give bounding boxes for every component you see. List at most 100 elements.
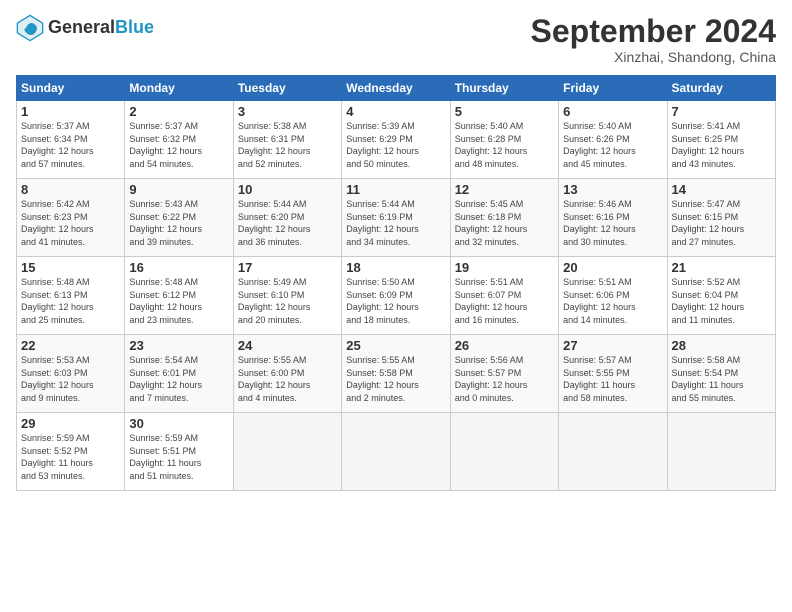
table-cell: 3Sunrise: 5:38 AM Sunset: 6:31 PM Daylig… (233, 101, 341, 179)
day-info: Sunrise: 5:42 AM Sunset: 6:23 PM Dayligh… (21, 198, 120, 248)
day-number: 30 (129, 416, 228, 431)
table-cell: 25Sunrise: 5:55 AM Sunset: 5:58 PM Dayli… (342, 335, 450, 413)
col-tuesday: Tuesday (233, 76, 341, 101)
calendar-table: Sunday Monday Tuesday Wednesday Thursday… (16, 75, 776, 491)
day-info: Sunrise: 5:59 AM Sunset: 5:51 PM Dayligh… (129, 432, 228, 482)
table-cell: 8Sunrise: 5:42 AM Sunset: 6:23 PM Daylig… (17, 179, 125, 257)
table-cell: 21Sunrise: 5:52 AM Sunset: 6:04 PM Dayli… (667, 257, 775, 335)
table-cell: 26Sunrise: 5:56 AM Sunset: 5:57 PM Dayli… (450, 335, 558, 413)
table-cell (667, 413, 775, 491)
day-info: Sunrise: 5:46 AM Sunset: 6:16 PM Dayligh… (563, 198, 662, 248)
day-number: 9 (129, 182, 228, 197)
day-info: Sunrise: 5:53 AM Sunset: 6:03 PM Dayligh… (21, 354, 120, 404)
day-info: Sunrise: 5:40 AM Sunset: 6:26 PM Dayligh… (563, 120, 662, 170)
table-cell (450, 413, 558, 491)
day-info: Sunrise: 5:55 AM Sunset: 6:00 PM Dayligh… (238, 354, 337, 404)
table-cell: 1Sunrise: 5:37 AM Sunset: 6:34 PM Daylig… (17, 101, 125, 179)
day-number: 12 (455, 182, 554, 197)
header-row: Sunday Monday Tuesday Wednesday Thursday… (17, 76, 776, 101)
day-info: Sunrise: 5:48 AM Sunset: 6:13 PM Dayligh… (21, 276, 120, 326)
day-number: 18 (346, 260, 445, 275)
day-number: 14 (672, 182, 771, 197)
col-wednesday: Wednesday (342, 76, 450, 101)
location: Xinzhai, Shandong, China (531, 49, 776, 65)
day-number: 29 (21, 416, 120, 431)
day-info: Sunrise: 5:44 AM Sunset: 6:19 PM Dayligh… (346, 198, 445, 248)
table-cell: 27Sunrise: 5:57 AM Sunset: 5:55 PM Dayli… (559, 335, 667, 413)
day-info: Sunrise: 5:37 AM Sunset: 6:34 PM Dayligh… (21, 120, 120, 170)
day-info: Sunrise: 5:58 AM Sunset: 5:54 PM Dayligh… (672, 354, 771, 404)
table-cell: 6Sunrise: 5:40 AM Sunset: 6:26 PM Daylig… (559, 101, 667, 179)
table-cell: 22Sunrise: 5:53 AM Sunset: 6:03 PM Dayli… (17, 335, 125, 413)
table-cell: 9Sunrise: 5:43 AM Sunset: 6:22 PM Daylig… (125, 179, 233, 257)
col-monday: Monday (125, 76, 233, 101)
logo-icon (16, 14, 44, 42)
table-cell: 12Sunrise: 5:45 AM Sunset: 6:18 PM Dayli… (450, 179, 558, 257)
table-cell: 16Sunrise: 5:48 AM Sunset: 6:12 PM Dayli… (125, 257, 233, 335)
table-cell: 29Sunrise: 5:59 AM Sunset: 5:52 PM Dayli… (17, 413, 125, 491)
logo-text: GeneralBlue (48, 18, 154, 38)
table-cell: 4Sunrise: 5:39 AM Sunset: 6:29 PM Daylig… (342, 101, 450, 179)
header: GeneralBlue September 2024 Xinzhai, Shan… (16, 14, 776, 65)
table-cell: 2Sunrise: 5:37 AM Sunset: 6:32 PM Daylig… (125, 101, 233, 179)
day-info: Sunrise: 5:52 AM Sunset: 6:04 PM Dayligh… (672, 276, 771, 326)
day-info: Sunrise: 5:39 AM Sunset: 6:29 PM Dayligh… (346, 120, 445, 170)
day-number: 15 (21, 260, 120, 275)
table-cell (342, 413, 450, 491)
day-number: 2 (129, 104, 228, 119)
day-info: Sunrise: 5:54 AM Sunset: 6:01 PM Dayligh… (129, 354, 228, 404)
day-number: 8 (21, 182, 120, 197)
day-number: 13 (563, 182, 662, 197)
day-number: 3 (238, 104, 337, 119)
day-number: 5 (455, 104, 554, 119)
table-cell: 17Sunrise: 5:49 AM Sunset: 6:10 PM Dayli… (233, 257, 341, 335)
day-info: Sunrise: 5:41 AM Sunset: 6:25 PM Dayligh… (672, 120, 771, 170)
day-info: Sunrise: 5:45 AM Sunset: 6:18 PM Dayligh… (455, 198, 554, 248)
day-number: 24 (238, 338, 337, 353)
day-info: Sunrise: 5:49 AM Sunset: 6:10 PM Dayligh… (238, 276, 337, 326)
day-info: Sunrise: 5:47 AM Sunset: 6:15 PM Dayligh… (672, 198, 771, 248)
day-info: Sunrise: 5:57 AM Sunset: 5:55 PM Dayligh… (563, 354, 662, 404)
table-cell: 14Sunrise: 5:47 AM Sunset: 6:15 PM Dayli… (667, 179, 775, 257)
month-title: September 2024 (531, 14, 776, 49)
day-number: 27 (563, 338, 662, 353)
day-number: 6 (563, 104, 662, 119)
day-info: Sunrise: 5:51 AM Sunset: 6:06 PM Dayligh… (563, 276, 662, 326)
day-number: 22 (21, 338, 120, 353)
col-saturday: Saturday (667, 76, 775, 101)
day-number: 16 (129, 260, 228, 275)
logo: GeneralBlue (16, 14, 154, 42)
table-cell (233, 413, 341, 491)
day-number: 17 (238, 260, 337, 275)
title-block: September 2024 Xinzhai, Shandong, China (531, 14, 776, 65)
col-sunday: Sunday (17, 76, 125, 101)
day-info: Sunrise: 5:38 AM Sunset: 6:31 PM Dayligh… (238, 120, 337, 170)
day-info: Sunrise: 5:59 AM Sunset: 5:52 PM Dayligh… (21, 432, 120, 482)
week-row-2: 8Sunrise: 5:42 AM Sunset: 6:23 PM Daylig… (17, 179, 776, 257)
day-number: 26 (455, 338, 554, 353)
table-cell: 11Sunrise: 5:44 AM Sunset: 6:19 PM Dayli… (342, 179, 450, 257)
table-cell: 15Sunrise: 5:48 AM Sunset: 6:13 PM Dayli… (17, 257, 125, 335)
day-info: Sunrise: 5:51 AM Sunset: 6:07 PM Dayligh… (455, 276, 554, 326)
day-info: Sunrise: 5:55 AM Sunset: 5:58 PM Dayligh… (346, 354, 445, 404)
table-cell: 7Sunrise: 5:41 AM Sunset: 6:25 PM Daylig… (667, 101, 775, 179)
day-number: 11 (346, 182, 445, 197)
day-info: Sunrise: 5:40 AM Sunset: 6:28 PM Dayligh… (455, 120, 554, 170)
week-row-4: 22Sunrise: 5:53 AM Sunset: 6:03 PM Dayli… (17, 335, 776, 413)
col-thursday: Thursday (450, 76, 558, 101)
table-cell (559, 413, 667, 491)
day-info: Sunrise: 5:37 AM Sunset: 6:32 PM Dayligh… (129, 120, 228, 170)
table-cell: 30Sunrise: 5:59 AM Sunset: 5:51 PM Dayli… (125, 413, 233, 491)
day-number: 19 (455, 260, 554, 275)
day-number: 1 (21, 104, 120, 119)
table-cell: 28Sunrise: 5:58 AM Sunset: 5:54 PM Dayli… (667, 335, 775, 413)
day-info: Sunrise: 5:44 AM Sunset: 6:20 PM Dayligh… (238, 198, 337, 248)
table-cell: 23Sunrise: 5:54 AM Sunset: 6:01 PM Dayli… (125, 335, 233, 413)
day-info: Sunrise: 5:50 AM Sunset: 6:09 PM Dayligh… (346, 276, 445, 326)
day-number: 20 (563, 260, 662, 275)
week-row-5: 29Sunrise: 5:59 AM Sunset: 5:52 PM Dayli… (17, 413, 776, 491)
table-cell: 10Sunrise: 5:44 AM Sunset: 6:20 PM Dayli… (233, 179, 341, 257)
day-number: 10 (238, 182, 337, 197)
day-number: 23 (129, 338, 228, 353)
table-cell: 13Sunrise: 5:46 AM Sunset: 6:16 PM Dayli… (559, 179, 667, 257)
